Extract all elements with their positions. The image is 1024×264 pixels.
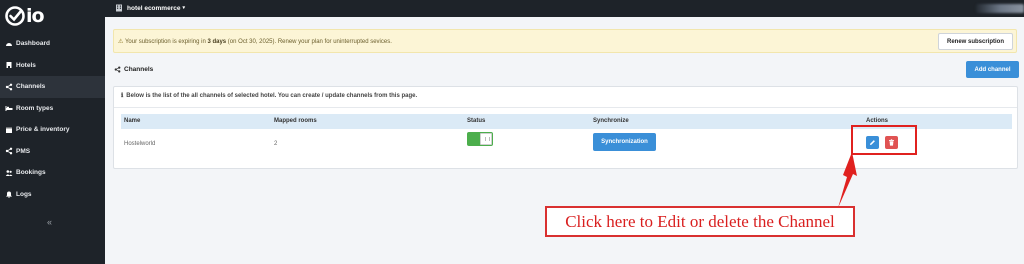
sidebar-item-channels[interactable]: Channels: [0, 76, 105, 98]
warning-icon: ⚠: [118, 39, 124, 45]
brand-name: io: [26, 5, 45, 27]
col-header-name: Name: [124, 118, 141, 124]
mapped-rooms-count: 2: [274, 141, 278, 147]
alert-message: ⚠ Your subscription is expiring in 3 day…: [118, 38, 392, 45]
toggle-knob: [480, 133, 492, 145]
sidebar-item-logs[interactable]: Logs: [0, 184, 105, 206]
sidebar-item-label: Room types: [16, 104, 54, 112]
sidebar-item-price-inventory[interactable]: Price & inventory: [0, 119, 105, 141]
panel-info: ℹ Below is the list of the all channels …: [121, 92, 418, 100]
status-toggle[interactable]: [467, 132, 493, 146]
sidebar-item-label: Price & inventory: [16, 126, 70, 134]
user-menu[interactable]: [976, 4, 1024, 13]
annotation-callout: Click here to Edit or delete the Channel: [545, 206, 855, 237]
calendar-icon: [5, 126, 13, 134]
logo-check-icon: [5, 6, 25, 26]
sidebar-item-room-types[interactable]: Room types: [0, 98, 105, 120]
sidebar-item-label: PMS: [16, 147, 31, 155]
col-header-mapped-rooms: Mapped rooms: [274, 118, 317, 124]
topbar: hotel ecommerce ▾: [105, 0, 1024, 17]
hotel-selector[interactable]: hotel ecommerce ▾: [115, 4, 185, 12]
sidebar-item-hotels[interactable]: Hotels: [0, 55, 105, 77]
brand-logo[interactable]: io: [4, 4, 45, 28]
hotel-name: hotel ecommerce: [127, 4, 181, 12]
arrow-icon: [838, 152, 857, 208]
panel-info-text: Below is the list of the all channels of…: [126, 92, 418, 99]
info-icon: ℹ: [121, 93, 124, 99]
sidebar-nav: Dashboard Hotels Channels Room types Pri…: [0, 33, 105, 205]
page-title-text: Channels: [124, 66, 154, 73]
sidebar-item-label: Dashboard: [16, 40, 50, 48]
synchronization-button[interactable]: Synchronization: [593, 133, 656, 151]
sidebar: io Dashboard Hotels Channels Room types: [0, 0, 105, 264]
building-icon: [116, 4, 122, 12]
share-icon: [5, 83, 13, 91]
subscription-alert: ⚠ Your subscription is expiring in 3 day…: [113, 29, 1017, 53]
alert-suffix: (on Oct 30, 2025). Renew your plan for u…: [226, 39, 392, 45]
bell-icon: [5, 190, 13, 199]
sidebar-item-label: Bookings: [16, 169, 46, 177]
chevron-down-icon: ▾: [182, 5, 185, 11]
page-title: Channels: [114, 66, 153, 73]
alert-prefix: Your subscription is expiring in: [124, 39, 208, 45]
channel-name: Hostelworld: [124, 141, 156, 147]
sidebar-item-bookings[interactable]: Bookings: [0, 162, 105, 184]
sidebar-item-label: Logs: [16, 190, 32, 198]
divider: [114, 107, 1017, 108]
hotel-icon: [5, 61, 13, 69]
sidebar-item-pms[interactable]: PMS: [0, 141, 105, 163]
col-header-synchronize: Synchronize: [593, 118, 629, 124]
col-header-actions: Actions: [866, 118, 889, 124]
share-icon: [5, 147, 13, 155]
add-channel-button[interactable]: Add channel: [966, 61, 1019, 78]
renew-subscription-button[interactable]: Renew subscription: [938, 33, 1013, 50]
sidebar-item-label: Channels: [16, 83, 46, 91]
dashboard-icon: [5, 40, 13, 48]
sidebar-collapse-button[interactable]: «: [47, 217, 52, 227]
alert-days: 3 days: [207, 39, 227, 45]
sidebar-item-dashboard[interactable]: Dashboard: [0, 33, 105, 55]
users-icon: [5, 169, 13, 177]
col-header-status: Status: [467, 118, 486, 124]
sidebar-item-label: Hotels: [16, 61, 36, 69]
bed-icon: [5, 104, 13, 112]
share-icon: [114, 66, 121, 73]
